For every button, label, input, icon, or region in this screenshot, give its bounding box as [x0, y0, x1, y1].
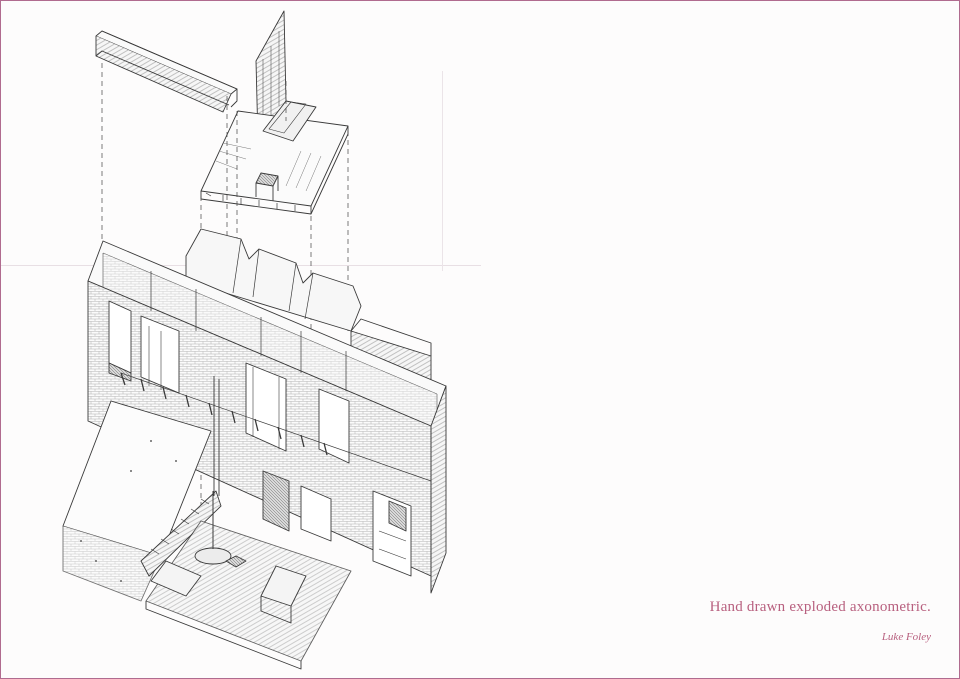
upper-floor-slab — [95, 10, 349, 215]
axonometric-drawing — [62, 10, 447, 670]
sheet: Hand drawn exploded axonometric. Luke Fo… — [0, 0, 960, 679]
author-credit: Luke Foley — [881, 631, 931, 643]
drawing-caption: Hand drawn exploded axonometric. — [709, 599, 931, 615]
